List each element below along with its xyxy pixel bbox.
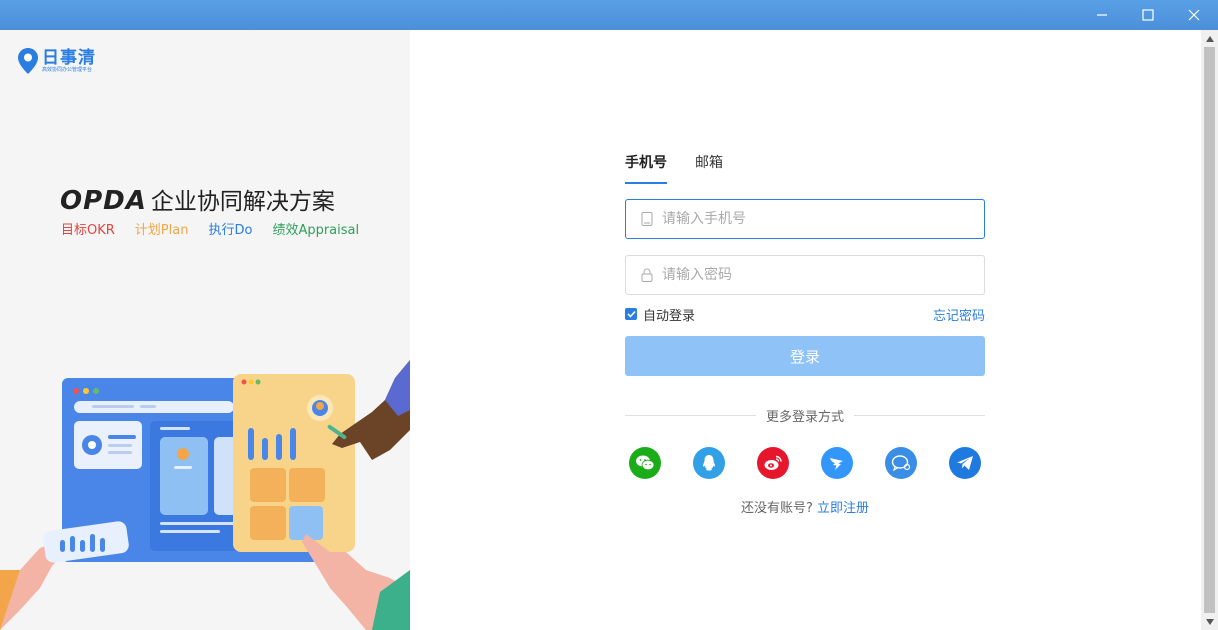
chat-icon [891,455,911,472]
window-titlebar [0,0,1218,30]
phone-icon [640,212,654,226]
chevron-down-icon [1205,618,1214,625]
phone-input[interactable] [662,201,984,237]
vertical-scrollbar[interactable] [1201,30,1218,630]
close-icon [1188,9,1200,21]
scroll-up-button[interactable] [1201,30,1218,47]
auto-login-checkbox[interactable]: 自动登录 [625,305,695,324]
qq-icon [703,455,715,471]
divider-line-left [625,415,756,416]
checkbox-checked-icon [625,308,637,320]
scroll-down-button[interactable] [1201,613,1218,630]
auto-login-label: 自动登录 [643,308,696,324]
tab-phone[interactable]: 手机号 [625,150,667,184]
headline: OPDA 企业协同解决方案 [60,182,335,216]
scroll-thumb[interactable] [1204,47,1215,613]
telegram-login-button[interactable] [949,447,981,479]
phone-field[interactable] [625,199,985,239]
maximize-icon [1142,9,1154,21]
login-options: 自动登录 忘记密码 [625,305,985,324]
weibo-login-button[interactable] [757,447,789,479]
tag-do: 执行Do [208,223,253,238]
minimize-button[interactable] [1079,0,1125,30]
wechat-icon [636,455,655,471]
wechat-login-button[interactable] [629,447,661,479]
headline-text: 企业协同解决方案 [150,189,335,215]
tag-appraisal: 绩效Appraisal [272,223,360,238]
chevron-up-icon [1205,35,1214,42]
lock-icon [640,268,654,282]
telegram-icon [957,456,973,470]
more-methods-label: 更多登录方式 [766,410,845,425]
qq-login-button[interactable] [693,447,725,479]
close-button[interactable] [1171,0,1217,30]
app-logo: 日事清 高效协同办公管理平台 [18,48,96,74]
forgot-password-link[interactable]: 忘记密码 [933,305,985,324]
register-prompt: 还没有账号? 立即注册 [625,497,985,516]
password-input[interactable] [662,257,984,293]
tag-okr: 目标OKR [61,223,115,238]
dingtalk-icon [830,458,843,470]
social-login-list [625,447,985,479]
password-field[interactable] [625,255,985,295]
register-link[interactable]: 立即注册 [817,501,869,516]
divider-line-right [854,415,986,416]
logo-name: 日事清 [42,47,96,68]
tag-plan: 计划Plan [134,223,189,238]
tab-email[interactable]: 邮箱 [695,150,723,184]
headline-brand: OPDA [60,186,147,216]
more-methods-divider: 更多登录方式 [625,406,986,425]
logo-subtitle: 高效协同办公管理平台 [42,66,93,73]
location-pin-icon [18,48,38,74]
login-form: 手机号 邮箱 自动登录 忘记密码 登录 更多登录方式 [625,150,986,516]
maximize-button[interactable] [1125,0,1171,30]
login-button[interactable]: 登录 [625,336,985,376]
minimize-icon [1097,14,1107,16]
weibo-icon [764,455,782,470]
chat-login-button[interactable] [885,447,917,479]
dingtalk-login-button[interactable] [821,447,853,479]
dashboard-illustration [0,360,410,630]
login-tabs: 手机号 邮箱 [625,150,985,184]
feature-tags: 目标OKR 计划Plan 执行Do 绩效Appraisal [61,219,379,238]
register-prompt-text: 还没有账号? [740,501,813,516]
promo-panel: 日事清 高效协同办公管理平台 OPDA 企业协同解决方案 目标OKR 计划Pla… [0,30,410,630]
